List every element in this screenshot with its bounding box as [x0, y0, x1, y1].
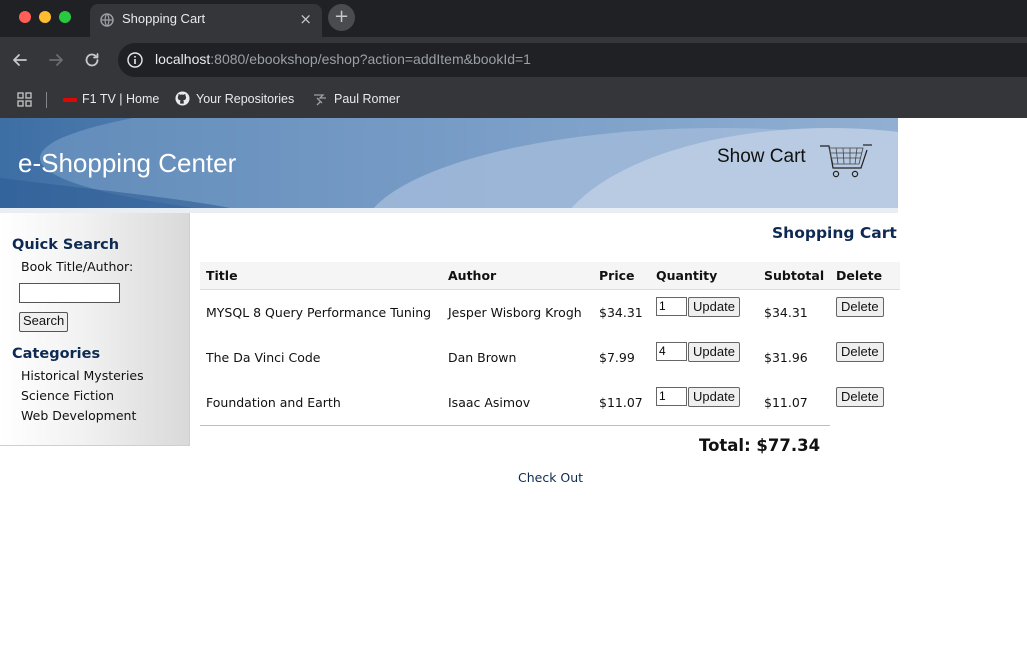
table-divider: [200, 425, 830, 426]
cell-title: Foundation and Earth: [206, 395, 341, 410]
update-button[interactable]: Update: [688, 342, 740, 362]
cell-price: $34.31: [599, 305, 643, 320]
search-button[interactable]: Search: [19, 312, 69, 332]
cell-author: Dan Brown: [448, 350, 517, 365]
delete-button[interactable]: Delete: [836, 297, 884, 317]
url-text: localhost:8080/ebookshop/eshop?action=ad…: [155, 51, 531, 67]
new-tab-button[interactable]: +: [328, 4, 355, 31]
cell-price: $7.99: [599, 350, 635, 365]
cell-subtotal: $11.07: [764, 395, 808, 410]
close-window-button[interactable]: [19, 11, 31, 23]
browser-tab[interactable]: Shopping Cart ×: [90, 4, 322, 37]
bookmark-favicon-icon: [314, 94, 326, 106]
checkout-link[interactable]: Check Out: [518, 470, 583, 485]
apps-grid-icon[interactable]: [17, 92, 32, 107]
table-header: Title Author Price Quantity Subtotal Del…: [200, 262, 900, 290]
maximize-window-button[interactable]: [59, 11, 71, 23]
cell-title: The Da Vinci Code: [206, 350, 321, 365]
forward-arrow-icon[interactable]: [46, 50, 66, 70]
bookmark-label: Paul Romer: [334, 92, 400, 106]
column-header-subtotal: Subtotal: [764, 268, 825, 283]
quick-search-heading: Quick Search: [12, 237, 120, 253]
category-link-historical-mysteries[interactable]: Historical Mysteries: [21, 368, 144, 383]
site-info-icon[interactable]: [126, 51, 144, 69]
bookmark-label: Your Repositories: [196, 92, 295, 106]
cell-author: Isaac Asimov: [448, 395, 531, 410]
delete-button[interactable]: Delete: [836, 342, 884, 362]
cart-total: Total: $77.34: [699, 436, 821, 455]
reload-icon[interactable]: [82, 50, 102, 70]
cell-subtotal: $31.96: [764, 350, 808, 365]
quantity-input[interactable]: [656, 342, 687, 361]
github-icon: [175, 91, 190, 106]
shopping-cart-icon[interactable]: [819, 142, 873, 182]
update-button[interactable]: Update: [688, 297, 740, 317]
delete-button[interactable]: Delete: [836, 387, 884, 407]
site-banner: e-Shopping Center Show Cart: [0, 118, 898, 208]
column-header-author: Author: [448, 268, 497, 283]
quantity-input[interactable]: [656, 297, 687, 316]
column-header-delete: Delete: [836, 268, 883, 283]
column-header-title: Title: [206, 268, 238, 283]
column-header-price: Price: [599, 268, 635, 283]
cell-author: Jesper Wisborg Krogh: [448, 305, 582, 320]
bookmark-github[interactable]: Your Repositories: [175, 90, 294, 108]
show-cart-link[interactable]: Show Cart: [717, 146, 806, 168]
cell-price: $11.07: [599, 395, 643, 410]
category-link-web-development[interactable]: Web Development: [21, 408, 136, 423]
tab-close-icon[interactable]: ×: [299, 10, 312, 28]
search-input[interactable]: [19, 283, 120, 303]
bookmark-label: F1 TV | Home: [82, 92, 160, 106]
search-label: Book Title/Author:: [21, 259, 134, 274]
sidebar: Quick Search Book Title/Author: Search C…: [0, 213, 190, 446]
bookmarks-separator: [46, 92, 47, 108]
page-title: Shopping Cart: [772, 224, 897, 242]
bookmarks-bar: F1 TV | Home Your Repositories Paul Rome…: [0, 82, 1027, 118]
tab-title: Shopping Cart: [122, 11, 206, 26]
browser-toolbar: localhost:8080/ebookshop/eshop?action=ad…: [0, 37, 1027, 82]
f1-logo-icon: [63, 97, 77, 102]
minimize-window-button[interactable]: [39, 11, 51, 23]
bookmark-paul-romer[interactable]: Paul Romer: [313, 90, 400, 108]
categories-heading: Categories: [12, 346, 101, 362]
update-button[interactable]: Update: [688, 387, 740, 407]
globe-icon: [100, 13, 114, 27]
column-header-quantity: Quantity: [656, 268, 718, 283]
back-arrow-icon[interactable]: [10, 50, 30, 70]
browser-title-bar: Shopping Cart × +: [0, 0, 1027, 37]
bookmark-f1tv[interactable]: F1 TV | Home: [62, 90, 159, 108]
quantity-input[interactable]: [656, 387, 687, 406]
site-title: e-Shopping Center: [18, 148, 237, 178]
category-link-science-fiction[interactable]: Science Fiction: [21, 388, 114, 403]
cell-title: MYSQL 8 Query Performance Tuning: [206, 305, 432, 320]
cell-subtotal: $34.31: [764, 305, 808, 320]
address-bar[interactable]: localhost:8080/ebookshop/eshop?action=ad…: [118, 43, 1027, 77]
